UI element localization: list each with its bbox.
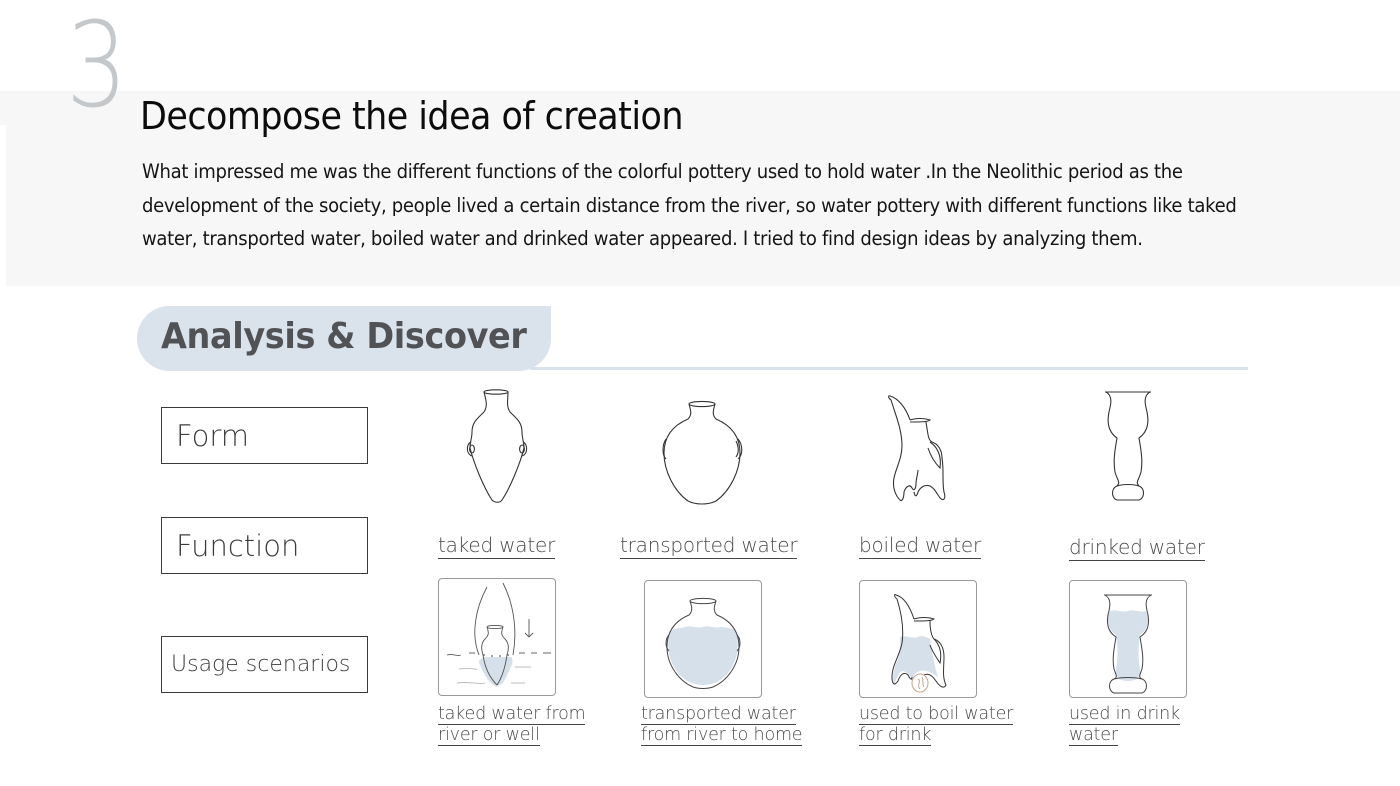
usage-line: transported water <box>641 704 796 725</box>
jar-vessel-icon <box>660 399 746 505</box>
tripod-pitcher-icon <box>884 392 950 504</box>
page-title: Decompose the idea of creation <box>140 94 683 138</box>
intro-paragraph: What impressed me was the different func… <box>142 160 1237 250</box>
function-label-drinked-water: drinked water <box>1069 535 1205 561</box>
usage-line: water <box>1069 725 1118 746</box>
function-label-taked-water: taked water <box>438 533 556 559</box>
filled-jar-icon <box>644 580 762 698</box>
usage-label-transported-water: transported water from river to home <box>641 704 803 746</box>
row-label-function: Function <box>161 517 368 574</box>
section-divider <box>530 367 1248 370</box>
usage-line: for drink <box>859 725 932 746</box>
dipping-in-river-icon <box>438 578 556 696</box>
usage-line: taked water from <box>438 704 586 725</box>
usage-label-taked-water: taked water from river or well <box>438 704 586 746</box>
usage-line: from river to home <box>641 725 803 746</box>
goblet-cup-icon <box>1103 390 1153 504</box>
usage-label-boiled-water: used to boil water for drink <box>859 704 1013 746</box>
usage-label-drinked-water: used in drink water <box>1069 704 1180 746</box>
usage-line: river or well <box>438 725 540 746</box>
function-label-boiled-water: boiled water <box>859 533 981 559</box>
section-number: 3 <box>66 0 128 134</box>
filled-goblet-icon <box>1069 580 1187 698</box>
pitcher-over-fire-icon <box>859 580 977 698</box>
row-label-usage: Usage scenarios <box>161 636 368 693</box>
usage-line: used to boil water <box>859 704 1014 725</box>
usage-line: used in drink <box>1069 704 1180 725</box>
amphora-vessel-icon <box>462 388 532 504</box>
section-heading: Analysis & Discover <box>161 316 527 357</box>
row-label-form: Form <box>161 407 368 464</box>
function-label-transported-water: transported water <box>620 533 798 559</box>
